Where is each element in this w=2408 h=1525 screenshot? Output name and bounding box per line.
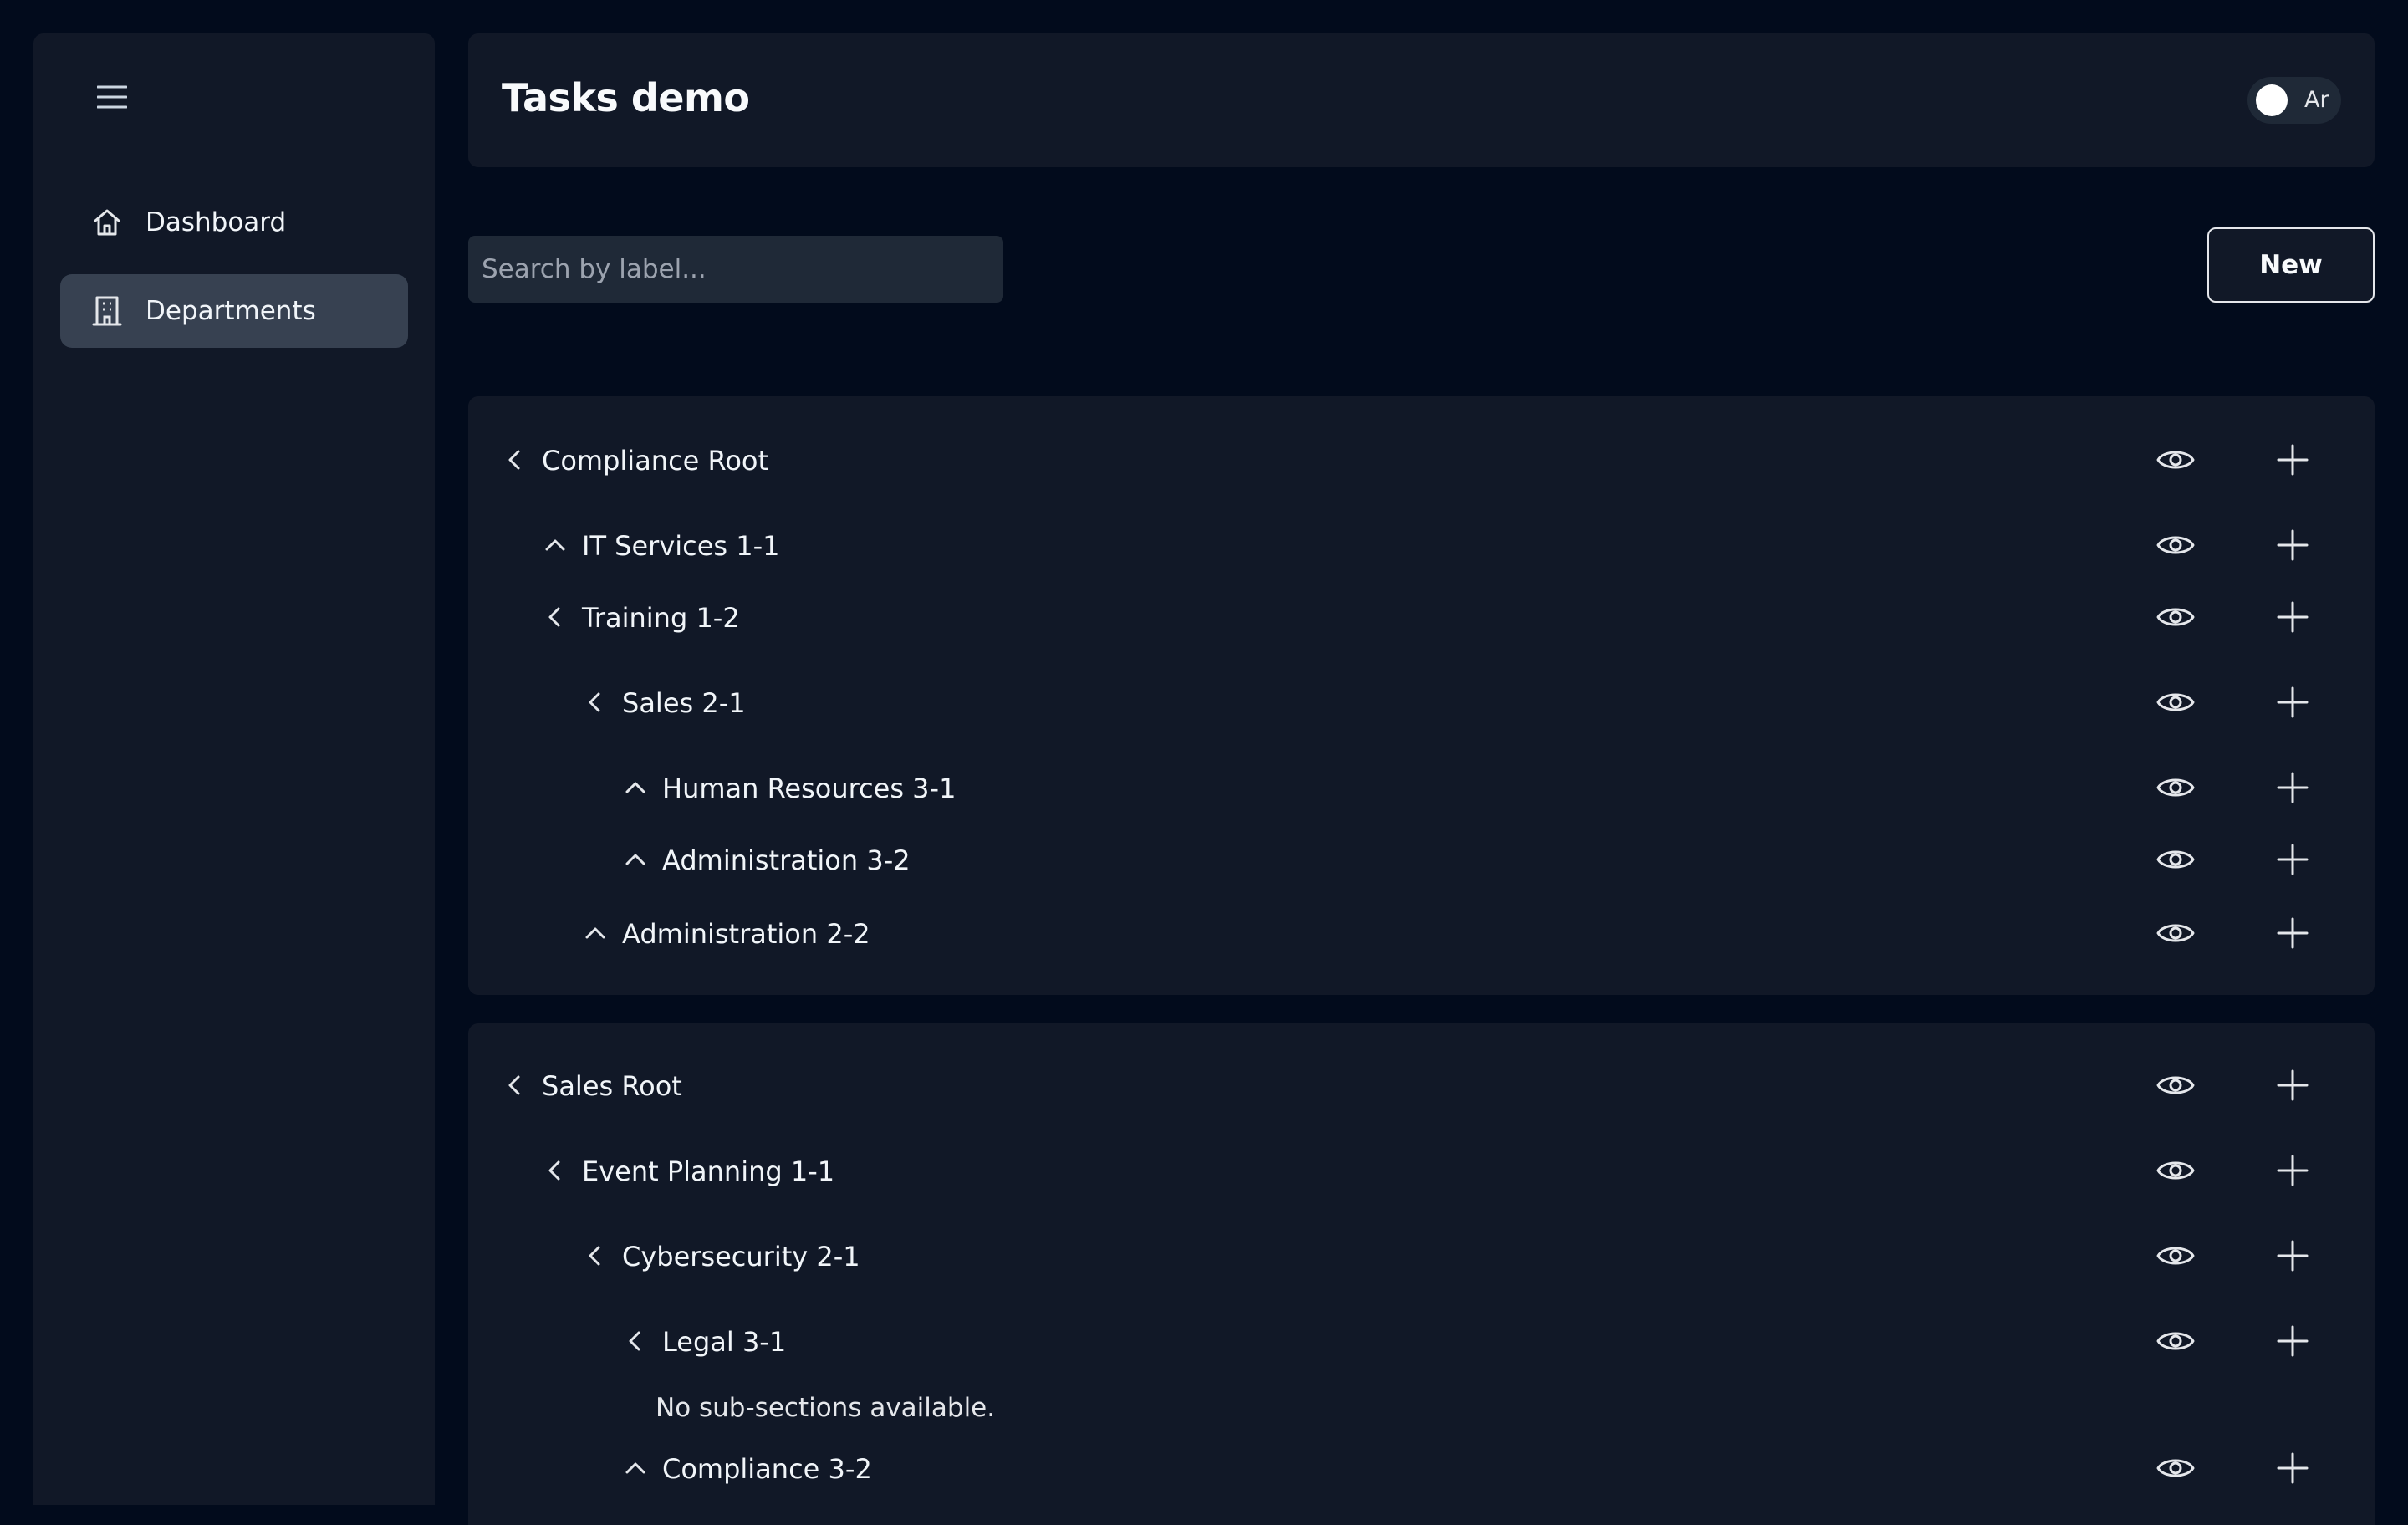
- chevron-up-icon[interactable]: [622, 774, 649, 801]
- toggle-knob: [2256, 84, 2288, 116]
- chevron-left-icon[interactable]: [542, 1157, 569, 1184]
- chevron-left-icon[interactable]: [582, 689, 609, 716]
- tree-row: IT Services 1-1: [468, 520, 2375, 570]
- eye-icon[interactable]: [2155, 844, 2196, 875]
- chevron-left-icon[interactable]: [582, 1242, 609, 1269]
- eye-icon[interactable]: [2155, 1326, 2196, 1356]
- eye-icon[interactable]: [2155, 530, 2196, 560]
- tree-row-label: Cybersecurity 2-1: [622, 1241, 860, 1273]
- tree-row: Compliance Root: [468, 435, 2375, 485]
- eye-icon[interactable]: [2155, 1070, 2196, 1100]
- tree-row-label: Sales 2-1: [622, 687, 746, 719]
- page-header: Tasks demo Ar: [468, 33, 2375, 167]
- chevron-left-icon[interactable]: [622, 1328, 649, 1354]
- plus-icon[interactable]: [2276, 1154, 2309, 1187]
- home-icon: [94, 209, 120, 236]
- plus-icon[interactable]: [2276, 843, 2309, 876]
- building-icon: [92, 296, 122, 326]
- eye-icon[interactable]: [2155, 918, 2196, 948]
- language-toggle-label: Ar: [2304, 87, 2329, 113]
- tree-row-label: Training 1-2: [582, 602, 740, 634]
- tree-row: Administration 3-2: [468, 834, 2375, 885]
- plus-icon[interactable]: [2276, 1239, 2309, 1273]
- sidebar-item-dashboard[interactable]: Dashboard: [60, 186, 408, 259]
- plus-icon[interactable]: [2276, 686, 2309, 719]
- eye-icon[interactable]: [2155, 773, 2196, 803]
- tree-row-label: Administration 2-2: [622, 918, 870, 950]
- eye-icon[interactable]: [2155, 1241, 2196, 1271]
- eye-icon[interactable]: [2155, 602, 2196, 632]
- department-tree-card: Compliance Root IT Services 1-1 Training 1…: [468, 396, 2375, 995]
- sidebar-item-label: Departments: [145, 296, 316, 326]
- empty-subsections-message: No sub-sections available.: [656, 1393, 996, 1423]
- eye-icon[interactable]: [2155, 1155, 2196, 1186]
- page-title: Tasks demo: [502, 75, 750, 120]
- plus-icon[interactable]: [2276, 443, 2309, 477]
- tree-row-label: IT Services 1-1: [582, 530, 780, 562]
- sidebar-item-departments[interactable]: Departments: [60, 274, 408, 348]
- plus-icon[interactable]: [2276, 1069, 2309, 1102]
- chevron-up-icon[interactable]: [622, 846, 649, 873]
- tree-row: Training 1-2: [468, 592, 2375, 642]
- tree-row: Administration 2-2: [468, 908, 2375, 958]
- plus-icon[interactable]: [2276, 916, 2309, 950]
- plus-icon[interactable]: [2276, 528, 2309, 562]
- tree-row: Sales Root: [468, 1060, 2375, 1110]
- tree-row-label: Human Resources 3-1: [662, 773, 957, 804]
- tree-row: Cybersecurity 2-1: [468, 1231, 2375, 1281]
- department-tree-card: Sales Root Event Planning 1-1 Cybersecurit…: [468, 1023, 2375, 1525]
- chevron-left-icon[interactable]: [502, 1072, 528, 1099]
- chevron-up-icon[interactable]: [542, 532, 569, 558]
- chevron-left-icon[interactable]: [542, 604, 569, 630]
- eye-icon[interactable]: [2155, 445, 2196, 475]
- chevron-up-icon[interactable]: [622, 1455, 649, 1482]
- plus-icon[interactable]: [2276, 600, 2309, 634]
- search-input[interactable]: [468, 236, 1003, 303]
- tree-row: Legal 3-1: [468, 1316, 2375, 1366]
- tree-row: Compliance 3-2: [468, 1443, 2375, 1493]
- sidebar-item-label: Dashboard: [145, 207, 287, 237]
- plus-icon[interactable]: [2276, 1324, 2309, 1358]
- plus-icon[interactable]: [2276, 771, 2309, 804]
- menu-icon: [97, 85, 127, 109]
- new-button[interactable]: New: [2207, 227, 2375, 303]
- chevron-up-icon[interactable]: [582, 920, 609, 946]
- eye-icon[interactable]: [2155, 1453, 2196, 1483]
- tree-row-label: Compliance Root: [542, 445, 769, 477]
- plus-icon[interactable]: [2276, 1451, 2309, 1485]
- chevron-left-icon[interactable]: [502, 446, 528, 473]
- tree-row-label: Compliance 3-2: [662, 1453, 872, 1485]
- tree-row: Event Planning 1-1: [468, 1145, 2375, 1196]
- eye-icon[interactable]: [2155, 687, 2196, 717]
- tree-row: Sales 2-1: [468, 677, 2375, 727]
- tree-row-label: Event Planning 1-1: [582, 1155, 835, 1187]
- language-toggle[interactable]: Ar: [2247, 77, 2341, 124]
- tree-row-label: Administration 3-2: [662, 844, 911, 876]
- menu-toggle-button[interactable]: [90, 77, 134, 117]
- tree-row: Human Resources 3-1: [468, 762, 2375, 813]
- tree-row-label: Legal 3-1: [662, 1326, 787, 1358]
- tree-row-label: Sales Root: [542, 1070, 682, 1102]
